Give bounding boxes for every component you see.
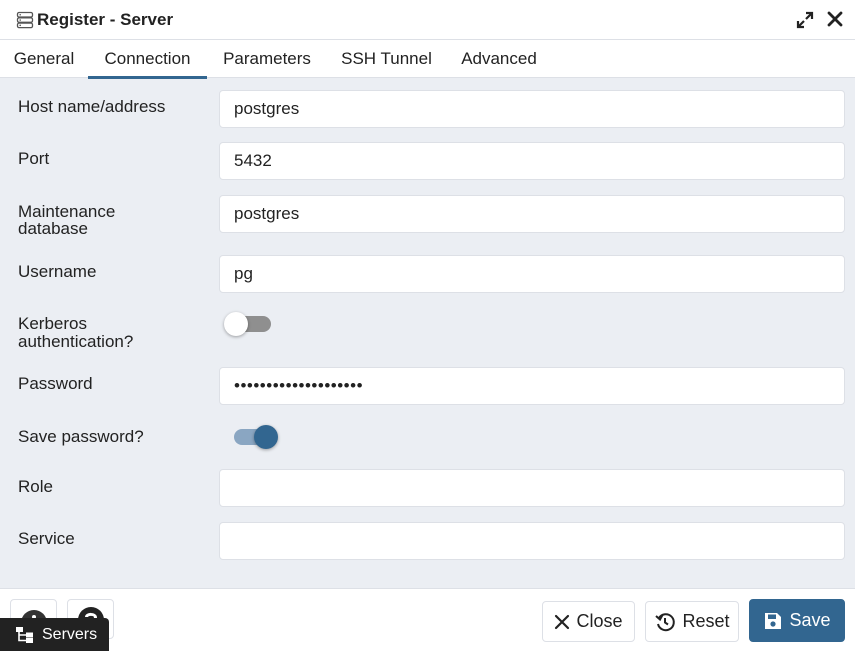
service-label: Service	[18, 529, 75, 548]
maintenance-db-label-line1: Maintenance	[18, 202, 116, 221]
tab-connection[interactable]: Connection	[88, 40, 207, 79]
save-icon	[765, 612, 782, 629]
dialog-footer: Close Reset Save	[0, 588, 855, 651]
password-input[interactable]	[219, 367, 845, 405]
servers-tab[interactable]: Servers	[0, 618, 109, 651]
dialog-title: Register - Server	[37, 10, 174, 29]
close-icon[interactable]	[826, 10, 844, 28]
maintenance-db-label: Maintenance database	[18, 203, 208, 237]
tab-bar: General Connection Parameters SSH Tunnel…	[0, 40, 855, 79]
tab-parameters[interactable]: Parameters	[207, 40, 327, 78]
maintenance-db-label-line2: database	[18, 219, 88, 238]
service-input[interactable]	[219, 522, 845, 560]
password-label: Password	[18, 374, 93, 393]
kerberos-label-line1: Kerberos	[18, 314, 87, 333]
tab-label: Connection	[104, 49, 191, 68]
kerberos-label: Kerberos authentication?	[18, 315, 208, 350]
tab-ssh-tunnel[interactable]: SSH Tunnel	[327, 40, 446, 78]
dialog-title-bar: Register - Server	[0, 0, 855, 40]
connection-form: Host name/address Port Maintenance datab…	[0, 79, 855, 587]
close-icon	[555, 614, 570, 629]
host-label: Host name/address	[18, 97, 166, 116]
username-label: Username	[18, 262, 97, 281]
kerberos-label-line2: authentication?	[18, 332, 134, 351]
reset-button-label: Reset	[682, 611, 730, 631]
port-input[interactable]	[219, 142, 845, 180]
servers-label: Servers	[42, 625, 98, 643]
tab-label: Parameters	[223, 49, 311, 68]
save-button[interactable]: Save	[749, 599, 845, 642]
expand-icon[interactable]	[795, 10, 815, 30]
tab-label: Advanced	[461, 49, 537, 68]
save-button-label: Save	[789, 610, 831, 630]
tree-icon	[16, 626, 33, 643]
username-input[interactable]	[219, 255, 845, 293]
save-password-toggle[interactable]	[224, 422, 282, 452]
server-icon	[16, 11, 34, 29]
close-button-label: Close	[576, 611, 623, 631]
reset-icon	[655, 612, 676, 631]
close-button[interactable]: Close	[542, 601, 635, 642]
host-input[interactable]	[219, 90, 845, 128]
reset-button[interactable]: Reset	[645, 601, 739, 642]
save-password-label: Save password?	[18, 427, 144, 446]
kerberos-toggle[interactable]	[224, 309, 282, 339]
tab-advanced[interactable]: Advanced	[446, 40, 552, 78]
toggle-thumb	[254, 425, 278, 449]
role-label: Role	[18, 477, 53, 496]
port-label: Port	[18, 149, 50, 168]
toggle-thumb	[224, 312, 248, 336]
tab-general[interactable]: General	[0, 40, 88, 78]
maintenance-db-input[interactable]	[219, 195, 845, 233]
tab-label: SSH Tunnel	[341, 49, 432, 68]
tab-label: General	[13, 49, 75, 68]
role-input[interactable]	[219, 469, 845, 507]
